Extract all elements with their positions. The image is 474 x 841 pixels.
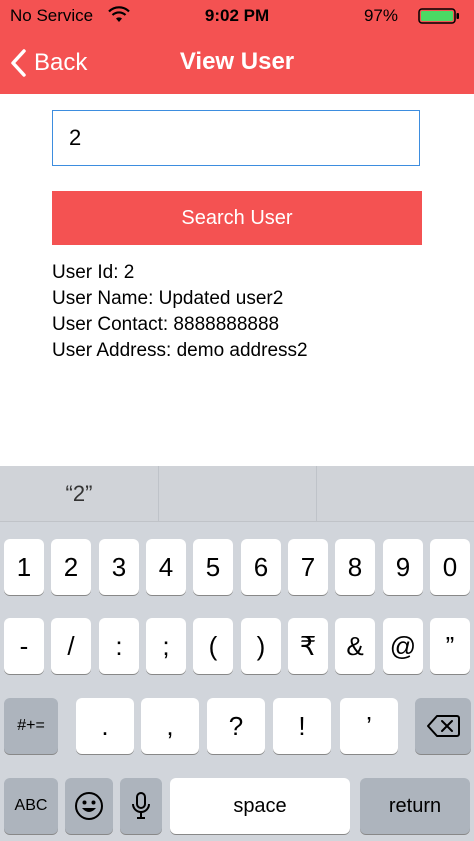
dictation-key[interactable] <box>120 778 162 834</box>
key-colon[interactable]: : <box>99 618 139 674</box>
key-rupee[interactable]: ₹ <box>288 618 328 674</box>
emoji-icon <box>75 792 103 820</box>
search-user-button[interactable]: Search User <box>52 191 422 245</box>
key-exclamation[interactable]: ! <box>273 698 331 754</box>
key-at[interactable]: @ <box>383 618 423 674</box>
clock: 9:02 PM <box>204 6 270 25</box>
space-key[interactable]: space <box>170 778 350 834</box>
key-4[interactable]: 4 <box>146 539 186 595</box>
backspace-key[interactable] <box>415 698 471 754</box>
key-slash[interactable]: / <box>51 618 91 674</box>
key-open-paren[interactable]: ( <box>193 618 233 674</box>
header-bar: No Service 9:02 PM 97% Back View User <box>0 0 474 94</box>
key-0[interactable]: 0 <box>430 539 470 595</box>
symbols-toggle-key[interactable]: #+= <box>4 698 58 754</box>
key-2[interactable]: 2 <box>51 539 91 595</box>
status-bar: No Service 9:02 PM 97% <box>0 0 474 32</box>
suggestion-item[interactable]: “2” <box>0 466 158 521</box>
abc-key[interactable]: ABC <box>4 778 58 834</box>
page-title: View User <box>179 48 295 75</box>
microphone-icon <box>132 792 150 819</box>
suggestion-item[interactable] <box>316 466 474 521</box>
key-8[interactable]: 8 <box>335 539 375 595</box>
key-period[interactable]: . <box>76 698 134 754</box>
user-name-text: User Name: Updated user2 <box>52 288 284 309</box>
key-quote[interactable]: ” <box>430 618 470 674</box>
emoji-key[interactable] <box>65 778 113 834</box>
user-address-text: User Address: demo address2 <box>52 340 308 361</box>
suggestion-bar: “2” <box>0 466 474 522</box>
key-semicolon[interactable]: ; <box>146 618 186 674</box>
key-ampersand[interactable]: & <box>335 618 375 674</box>
key-question[interactable]: ? <box>207 698 265 754</box>
key-comma[interactable]: , <box>141 698 199 754</box>
user-details: User Id: 2 User Name: Updated user2 User… <box>52 260 308 364</box>
return-key[interactable]: return <box>360 778 470 834</box>
battery-icon <box>418 8 459 24</box>
user-contact-text: User Contact: 8888888888 <box>52 314 280 335</box>
user-id-text: User Id: 2 <box>52 262 135 283</box>
key-6[interactable]: 6 <box>241 539 281 595</box>
keyboard: “2” 1 2 3 4 5 6 7 8 9 0 - / : ; ( ) ₹ & … <box>0 466 474 841</box>
key-5[interactable]: 5 <box>193 539 233 595</box>
user-id-input[interactable] <box>52 110 420 166</box>
backspace-icon <box>427 715 460 737</box>
key-3[interactable]: 3 <box>99 539 139 595</box>
battery-percent: 97% <box>363 6 398 25</box>
key-1[interactable]: 1 <box>4 539 44 595</box>
key-hyphen[interactable]: - <box>4 618 44 674</box>
suggestion-item[interactable] <box>158 466 317 521</box>
key-9[interactable]: 9 <box>383 539 423 595</box>
key-apostrophe[interactable]: ’ <box>340 698 398 754</box>
key-close-paren[interactable]: ) <box>241 618 281 674</box>
key-7[interactable]: 7 <box>288 539 328 595</box>
